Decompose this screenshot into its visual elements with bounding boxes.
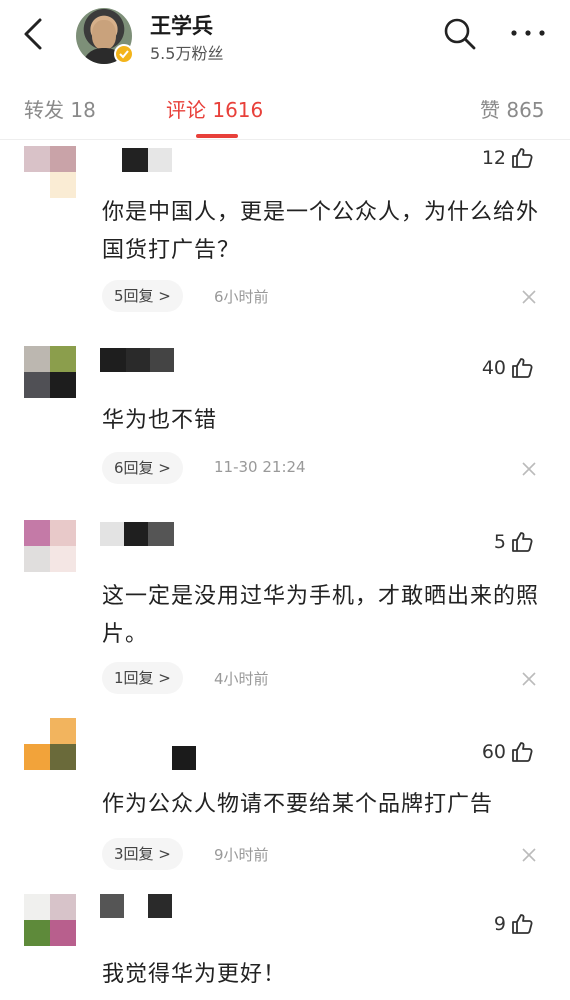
comment-time: 9小时前	[214, 846, 269, 864]
commenter-name[interactable]	[100, 148, 172, 172]
like-count[interactable]: 60	[482, 740, 534, 764]
like-count[interactable]: 40	[482, 356, 534, 380]
thumb-up-icon	[512, 742, 533, 762]
comment-item: 9 我觉得华为更好！	[0, 890, 570, 1000]
commenter-name[interactable]	[100, 746, 196, 770]
comment-text: 我觉得华为更好！	[102, 962, 287, 987]
comment-item: 40 华为也不错 6回复 > 11-30 21:24	[0, 340, 570, 500]
avatar-face	[92, 20, 116, 50]
top-bar: 王学兵 5.5万粉丝	[0, 0, 570, 72]
username[interactable]: 王学兵	[150, 10, 213, 40]
like-count[interactable]: 9	[494, 912, 534, 936]
tab-bar: 转发 18 评论 1616 赞 865	[0, 72, 570, 140]
replies-button[interactable]: 1回复 >	[102, 662, 183, 694]
like-count-value: 40	[481, 357, 506, 379]
comment-text: 作为公众人物请不要给某个品牌打广告	[102, 792, 494, 817]
comment-item: 12 你是中国人，更是一个公众人，为什么给外国货打广告？ 5回复 > 6小时前	[0, 140, 570, 320]
more-icon[interactable]	[508, 18, 548, 48]
commenter-avatar[interactable]	[24, 718, 76, 770]
thumb-up-icon	[512, 358, 533, 378]
comment-text: 这一定是没用过华为手机，才敢晒出来的照片。	[102, 584, 540, 647]
replies-button[interactable]: 5回复 >	[102, 280, 183, 312]
search-icon[interactable]	[442, 16, 478, 52]
commenter-avatar[interactable]	[24, 520, 76, 572]
comment-time: 11-30 21:24	[214, 458, 306, 476]
close-icon[interactable]	[522, 289, 536, 304]
like-count-value: 60	[481, 741, 506, 763]
comment-item: 60 作为公众人物请不要给某个品牌打广告 3回复 > 9小时前	[0, 716, 570, 876]
back-arrow-icon[interactable]	[18, 14, 50, 54]
close-icon[interactable]	[522, 847, 536, 862]
comment-time: 6小时前	[214, 288, 269, 306]
like-count-value: 12	[481, 147, 506, 169]
tab-likes[interactable]: 赞 865	[480, 94, 545, 123]
fans-count: 5.5万粉丝	[150, 44, 224, 63]
thumb-up-icon	[512, 532, 533, 552]
replies-button[interactable]: 6回复 >	[102, 452, 183, 484]
close-icon[interactable]	[522, 671, 536, 686]
replies-button[interactable]: 3回复 >	[102, 838, 183, 870]
comment-item: 5 这一定是没用过华为手机，才敢晒出来的照片。 1回复 > 4小时前	[0, 516, 570, 696]
comment-text: 华为也不错	[102, 408, 218, 433]
commenter-avatar[interactable]	[24, 146, 76, 198]
comment-text: 你是中国人，更是一个公众人，为什么给外国货打广告？	[102, 200, 540, 263]
close-icon[interactable]	[522, 461, 536, 476]
like-count-value: 5	[493, 531, 506, 553]
thumb-up-icon	[512, 914, 533, 934]
commenter-avatar[interactable]	[24, 346, 76, 398]
tab-repost[interactable]: 转发 18	[24, 94, 96, 123]
commenter-name[interactable]	[100, 894, 172, 918]
commenter-avatar[interactable]	[24, 894, 76, 946]
comment-time: 4小时前	[214, 670, 269, 688]
like-count-value: 9	[493, 913, 506, 935]
thumb-up-icon	[512, 148, 533, 168]
verified-badge-icon	[114, 44, 134, 64]
like-count[interactable]: 5	[494, 530, 534, 554]
commenter-name[interactable]	[100, 348, 174, 372]
commenter-name[interactable]	[100, 522, 174, 546]
like-count[interactable]: 12	[482, 146, 534, 170]
active-tab-indicator	[196, 134, 238, 138]
tab-comments[interactable]: 评论 1616	[166, 94, 263, 123]
